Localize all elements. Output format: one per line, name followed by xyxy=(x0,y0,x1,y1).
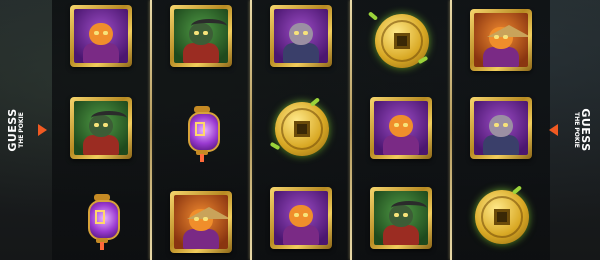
rat-icon xyxy=(481,109,521,155)
tiger-icon xyxy=(381,109,421,155)
lantern-icon xyxy=(84,192,120,250)
bull-icon xyxy=(81,109,127,155)
reel-area xyxy=(0,0,600,260)
rat-icon xyxy=(281,17,321,63)
arrow-left-icon xyxy=(549,124,558,136)
reel-4 xyxy=(352,0,450,260)
tiger-icon xyxy=(81,17,121,63)
reel-5 xyxy=(452,0,550,260)
symbol-lantern xyxy=(166,98,236,168)
bull-icon xyxy=(181,17,227,63)
symbol-bull-green xyxy=(366,184,436,254)
lantern-icon xyxy=(184,104,220,162)
guess-the-pokie-badge-right: GUESS THE POKIE xyxy=(572,94,592,166)
tiger-icon xyxy=(281,199,321,245)
tiger-icon xyxy=(481,21,528,67)
tiger-icon xyxy=(181,203,228,249)
symbol-rat-purple xyxy=(466,94,536,164)
symbol-tiger-purple xyxy=(366,94,436,164)
guess-the-pokie-badge-left: GUESS THE POKIE xyxy=(6,94,26,166)
symbol-tiger-orange xyxy=(166,188,236,258)
reel-2 xyxy=(152,0,250,260)
symbol-gold-coin xyxy=(366,6,436,76)
badge-subtitle: THE POKIE xyxy=(18,112,25,148)
symbol-bull-green xyxy=(166,2,236,72)
symbol-tiger-orange xyxy=(466,6,536,76)
reel-1 xyxy=(52,0,150,260)
arrow-right-icon xyxy=(38,124,47,136)
symbol-gold-coin xyxy=(266,94,336,164)
symbol-gold-coin xyxy=(466,182,536,252)
badge-subtitle: THE POKIE xyxy=(573,112,580,148)
reel-3 xyxy=(252,0,350,260)
coin-icon xyxy=(275,102,329,156)
coin-icon xyxy=(475,190,529,244)
badge-title: GUESS xyxy=(579,108,592,152)
bull-icon xyxy=(381,199,427,245)
symbol-rat-purple xyxy=(266,2,336,72)
symbol-tiger-purple xyxy=(266,184,336,254)
symbol-lantern xyxy=(66,186,136,256)
badge-title: GUESS xyxy=(6,108,19,152)
symbol-bull-green xyxy=(66,94,136,164)
symbol-tiger-purple xyxy=(66,2,136,72)
